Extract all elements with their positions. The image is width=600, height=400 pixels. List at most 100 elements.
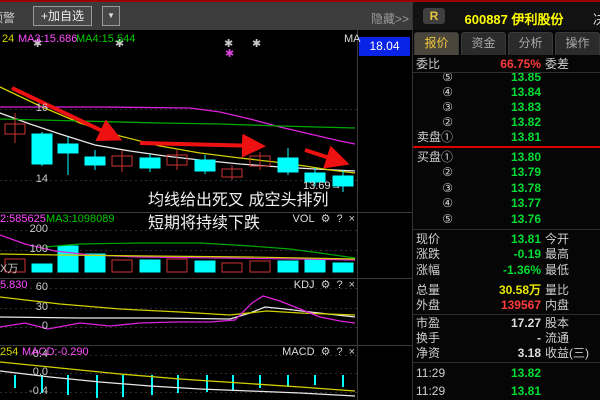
volume-bar [250,261,270,272]
total-volume-row-value: 30.58万 [455,283,541,298]
axis-tick-label: -0.4 [0,385,48,397]
volume-pane-header: VOL ⚙ ? × [293,213,355,226]
macd-value-label: MACD:-0.290 [22,346,89,358]
marker-star-icon: ✱ [225,47,234,60]
pe-row: 市盈17.27股本 [413,316,600,331]
macd-value-label: 254 [0,346,18,358]
nav-row: 净资3.18收益(三) [413,346,600,361]
tab-funds[interactable]: 资金 [461,32,506,55]
outer-volume-row-label: 外盘 [416,298,440,313]
quote-divider [413,362,600,363]
bid-5-label: ⑤ [413,212,453,227]
bid-ask-separator [413,146,600,148]
tab-analysis[interactable]: 分析 [508,32,553,55]
close-icon[interactable]: × [349,346,355,359]
pe-row-label: 市盈 [416,316,440,331]
quote-panel: R 600887 伊利股份 决 报价 资金 分析 操作 委比66.75%委差⑤1… [412,0,600,400]
price-row-label: 现价 [416,232,440,247]
price-row-label2: 今开 [545,232,569,247]
close-icon[interactable]: × [349,279,355,292]
ask-4-value: 13.84 [455,85,541,100]
outer-volume-row-value: 139567 [455,298,541,313]
add-watchlist-button[interactable]: +加自选 [33,6,92,26]
volume-bar [112,260,132,272]
volume-ma-value-label: 2:585625 [0,213,46,225]
pe-row-label2: 股本 [545,316,569,331]
clipped-decision-button[interactable]: 决 [593,9,600,28]
axis-tick-label: 100 [0,243,48,255]
gear-icon[interactable]: ⚙ [321,213,331,226]
bid-1-label: 买盘① [413,150,453,165]
change-row: 涨跌-0.19最高 [413,247,600,262]
turnover-row-value: - [455,331,541,346]
bid-4-value: 13.77 [455,196,541,211]
alert-button[interactable]: 预警 [0,9,15,26]
help-icon[interactable]: ? [336,279,342,292]
change-pct-row: 涨幅-1.36%最低 [413,263,600,278]
bid-4-label: ④ [413,196,453,211]
total-volume-row: 总量30.58万量比 [413,283,600,298]
add-watchlist-dropdown[interactable]: ▼ [102,6,120,26]
bid-3[interactable]: ③13.78 [413,181,600,196]
quote-divider [413,72,600,73]
axis-tick-label: 0.0 [0,366,48,378]
change-pct-row-label2: 最低 [545,263,569,278]
candlestick [278,158,298,172]
outer-volume-row: 外盘139567内盘 [413,298,600,313]
tick-row-1-value: 13.82 [455,366,541,381]
bid-5[interactable]: ⑤13.76 [413,212,600,227]
quote-divider [413,314,600,315]
ma-value-label: MA4:15.544 [76,33,135,45]
bid-2[interactable]: ②13.79 [413,165,600,180]
ma-value-label: 24 [2,33,14,45]
candlestick [32,134,52,164]
kdj-value-label: 5.830 [0,279,28,291]
ask-3-value: 13.83 [455,100,541,115]
ask-2-label: ② [413,115,453,130]
macd-pane-title: MACD [282,346,314,359]
volume-ma-value-label: MA3:1098089 [46,213,115,225]
kdj-line [0,297,355,315]
turnover-row: 换手-流通 [413,331,600,346]
tab-operate[interactable]: 操作 [555,32,600,55]
volume-bar [167,259,187,272]
close-icon[interactable]: × [349,213,355,226]
ask-1[interactable]: 卖盘①13.81 [413,130,600,145]
bid-1[interactable]: 买盘①13.80 [413,150,600,165]
price-row: 现价13.81今开 [413,232,600,247]
candlestick [58,144,78,153]
trend-arrow [305,150,342,162]
candlestick [195,160,215,171]
hide-panel-link[interactable]: 隐藏>> [371,10,409,27]
axis-tick-label: 14 [0,173,48,185]
quote-tabs: 报价 资金 分析 操作 [414,32,600,55]
analysis-annotation-line1: 均线给出死叉 成空头排列 [148,186,328,210]
quote-header: R 600887 伊利股份 决 [413,2,600,30]
axis-tick-label: 30 [0,301,48,313]
help-icon[interactable]: ? [336,346,342,359]
ask-4[interactable]: ④13.84 [413,85,600,100]
ask-2[interactable]: ②13.82 [413,115,600,130]
candlestick [85,157,105,165]
chart-area[interactable]: 1614200100X万603000.40.0-0.4✱✱✱✱✱24MA3:15… [0,0,412,400]
gear-icon[interactable]: ⚙ [321,346,331,359]
tab-quote[interactable]: 报价 [414,32,459,55]
nav-row-label2: 收益(三) [545,346,589,361]
volume-ma-line [0,254,355,259]
help-icon[interactable]: ? [336,213,342,226]
ask-3[interactable]: ③13.83 [413,100,600,115]
tick-row-1-label: 11:29 [416,366,445,381]
gear-icon[interactable]: ⚙ [321,279,331,292]
bid-4[interactable]: ④13.77 [413,196,600,211]
nav-row-value: 3.18 [455,346,541,361]
ma-line [0,107,355,144]
volume-bar [85,254,105,272]
window-top-accent [0,0,600,2]
axis-tick-label: X万 [0,260,48,276]
analysis-annotation-line2: 短期将持续下跌 [148,209,260,233]
ask-1-label: 卖盘① [413,130,453,145]
tick-row-1: 11:29 13.82 [413,366,600,381]
volume-bar [278,261,298,272]
kdj-pane-header: KDJ ⚙ ? × [294,279,355,292]
rights-badge[interactable]: R [423,8,445,24]
